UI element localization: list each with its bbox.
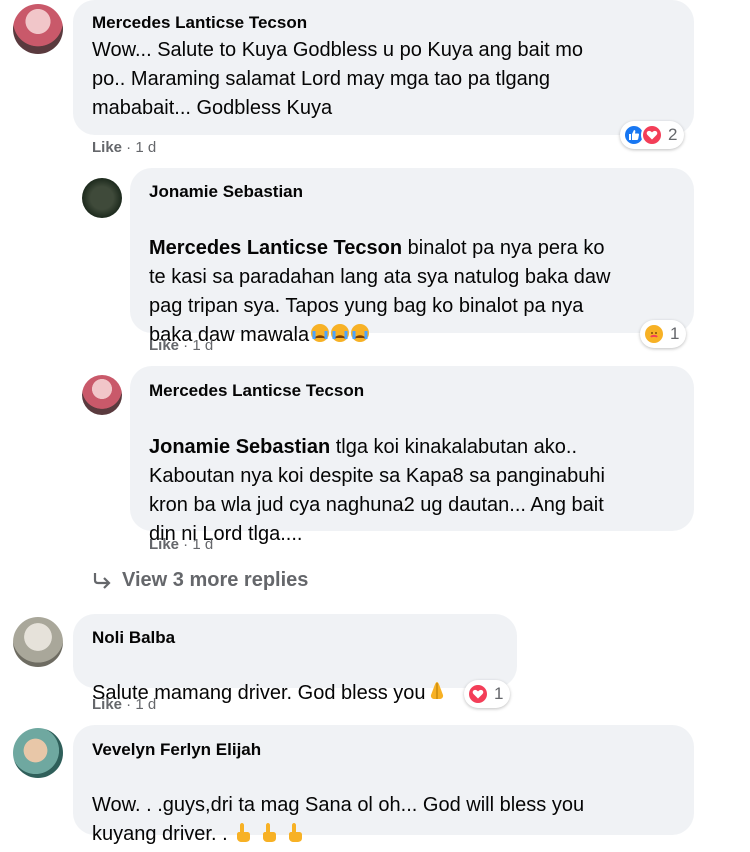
reaction-count: 2 — [668, 125, 678, 144]
comment-text: Jonamie Sebastian tlga koi kinakalabutan… — [149, 404, 689, 549]
comment-text-rest: Kaboutan nya koi despite sa Kapa8 sa pan… — [149, 465, 605, 545]
reaction-summary[interactable]: 1 — [464, 680, 511, 708]
comment-text-first: tlga koi kinakalabutan ako.. — [330, 436, 578, 458]
comment-time[interactable]: 1 d — [192, 536, 213, 553]
comment-text: Wow... Salute to Kuya Godbless u po Kuya… — [92, 39, 584, 119]
comment-author[interactable]: Vevelyn Ferlyn Elijah — [92, 740, 261, 760]
avatar[interactable] — [13, 4, 63, 54]
reaction-count: 1 — [494, 684, 504, 703]
comment-time[interactable]: 1 d — [192, 337, 213, 354]
view-more-replies-link[interactable]: View 3 more replies — [92, 569, 308, 592]
comment-text-body: Wow. . .guys,dri ta mag Sana ol oh... Go… — [92, 794, 585, 845]
comment-meta: Like · 1 d — [149, 337, 214, 354]
care-icon — [643, 323, 665, 345]
comment-author[interactable]: Jonamie Sebastian — [149, 182, 303, 202]
comment-meta: Like · 1 d — [92, 139, 157, 156]
comment-meta: Like · 1 d — [92, 696, 157, 713]
reply-arrow-icon — [92, 572, 112, 590]
avatar[interactable] — [13, 728, 63, 778]
comment-text-rest: te kasi sa paradahan lang ata sya natulo… — [149, 266, 611, 346]
comment-text: Wow. . .guys,dri ta mag Sana ol oh... Go… — [92, 762, 682, 852]
folded-hands-emoji — [427, 680, 447, 711]
comment-time[interactable]: 1 d — [135, 139, 156, 156]
mention-link[interactable]: Jonamie Sebastian — [149, 436, 330, 458]
like-button[interactable]: Like — [149, 536, 179, 553]
reaction-count: 1 — [670, 324, 680, 343]
avatar[interactable] — [13, 617, 63, 667]
comment-author[interactable]: Mercedes Lanticse Tecson — [149, 381, 364, 401]
view-more-label: View 3 more replies — [122, 569, 309, 591]
comment-meta: Like · 1 d — [149, 536, 214, 553]
comment-text-first: binalot pa nya pera ko — [402, 237, 605, 259]
reaction-summary[interactable]: 1 — [640, 320, 687, 348]
crying-face-emoji — [310, 322, 370, 353]
avatar[interactable] — [82, 375, 122, 415]
like-button[interactable]: Like — [149, 337, 179, 354]
love-icon — [467, 683, 489, 705]
like-button[interactable]: Like — [92, 139, 122, 156]
mention-link[interactable]: Mercedes Lanticse Tecson — [149, 237, 402, 259]
like-button[interactable]: Like — [92, 696, 122, 713]
pointing-up-emoji — [234, 821, 312, 852]
comment-author[interactable]: Mercedes Lanticse Tecson — [92, 13, 307, 33]
comment-author[interactable]: Noli Balba — [92, 628, 175, 648]
reaction-summary[interactable]: 2 — [620, 121, 685, 149]
love-icon — [641, 124, 663, 146]
comment-text: Mercedes Lanticse Tecson binalot pa nya … — [149, 205, 689, 353]
avatar[interactable] — [82, 178, 122, 218]
comment-time[interactable]: 1 d — [135, 696, 156, 713]
